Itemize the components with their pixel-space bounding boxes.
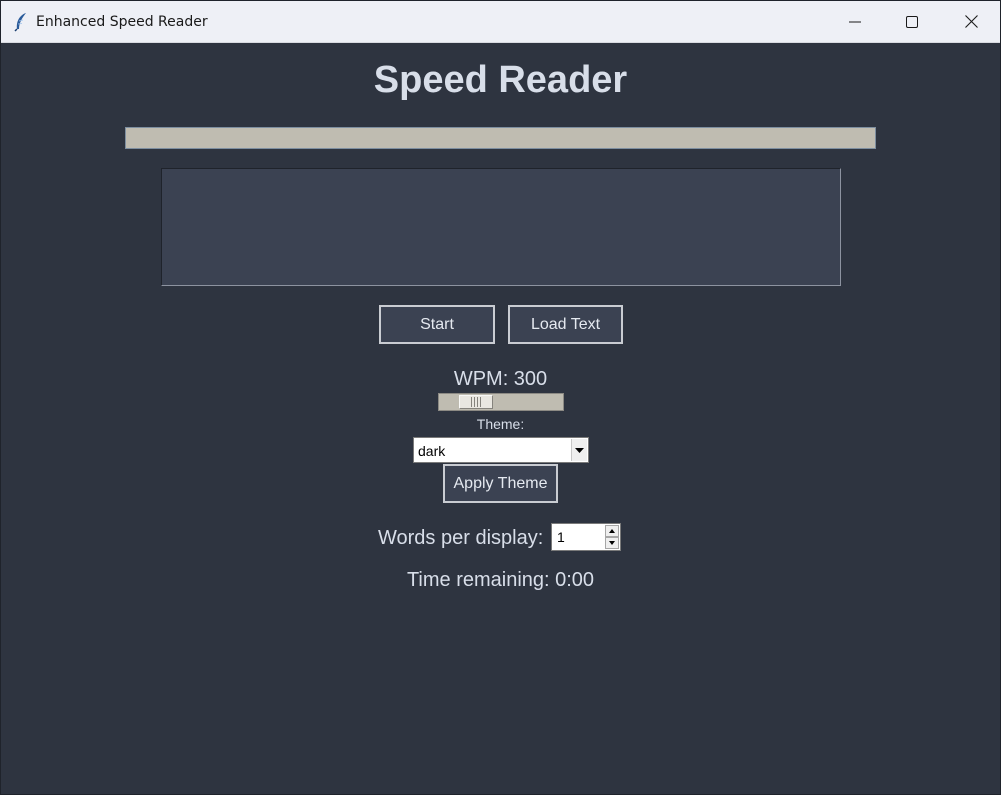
- close-button[interactable]: [942, 1, 1000, 42]
- minimize-icon: [849, 16, 861, 28]
- words-per-display-spinbox[interactable]: 1: [551, 523, 621, 551]
- words-per-display-value: 1: [557, 529, 565, 545]
- wpm-slider[interactable]: [438, 393, 564, 411]
- title-bar[interactable]: Enhanced Speed Reader: [1, 1, 1000, 43]
- reading-progress-bar: [125, 127, 876, 149]
- theme-label: Theme:: [476, 416, 525, 432]
- feather-icon: [13, 12, 29, 32]
- word-display-area: [161, 168, 841, 286]
- window-title: Enhanced Speed Reader: [36, 14, 208, 30]
- chevron-down-icon[interactable]: [571, 439, 587, 461]
- minimize-button[interactable]: [826, 1, 884, 42]
- wpm-label: WPM: 300: [453, 368, 548, 390]
- close-icon: [964, 15, 978, 28]
- time-remaining-label: Time remaining: 0:00: [406, 569, 595, 591]
- theme-select-value: dark: [418, 443, 446, 459]
- app-window: Enhanced Speed Reader Speed Reader Start…: [0, 0, 1001, 795]
- words-per-display-label: Words per display:: [378, 527, 544, 549]
- load-text-button[interactable]: Load Text: [508, 305, 623, 344]
- wpm-slider-thumb[interactable]: [459, 395, 493, 409]
- maximize-button[interactable]: [883, 1, 941, 42]
- app-heading: Speed Reader: [373, 59, 628, 101]
- apply-theme-button[interactable]: Apply Theme: [443, 464, 558, 503]
- decrement-arrow-icon[interactable]: [605, 537, 619, 549]
- theme-select[interactable]: dark: [413, 437, 589, 463]
- increment-arrow-icon[interactable]: [605, 525, 619, 537]
- maximize-icon: [906, 15, 918, 28]
- start-button[interactable]: Start: [379, 305, 495, 344]
